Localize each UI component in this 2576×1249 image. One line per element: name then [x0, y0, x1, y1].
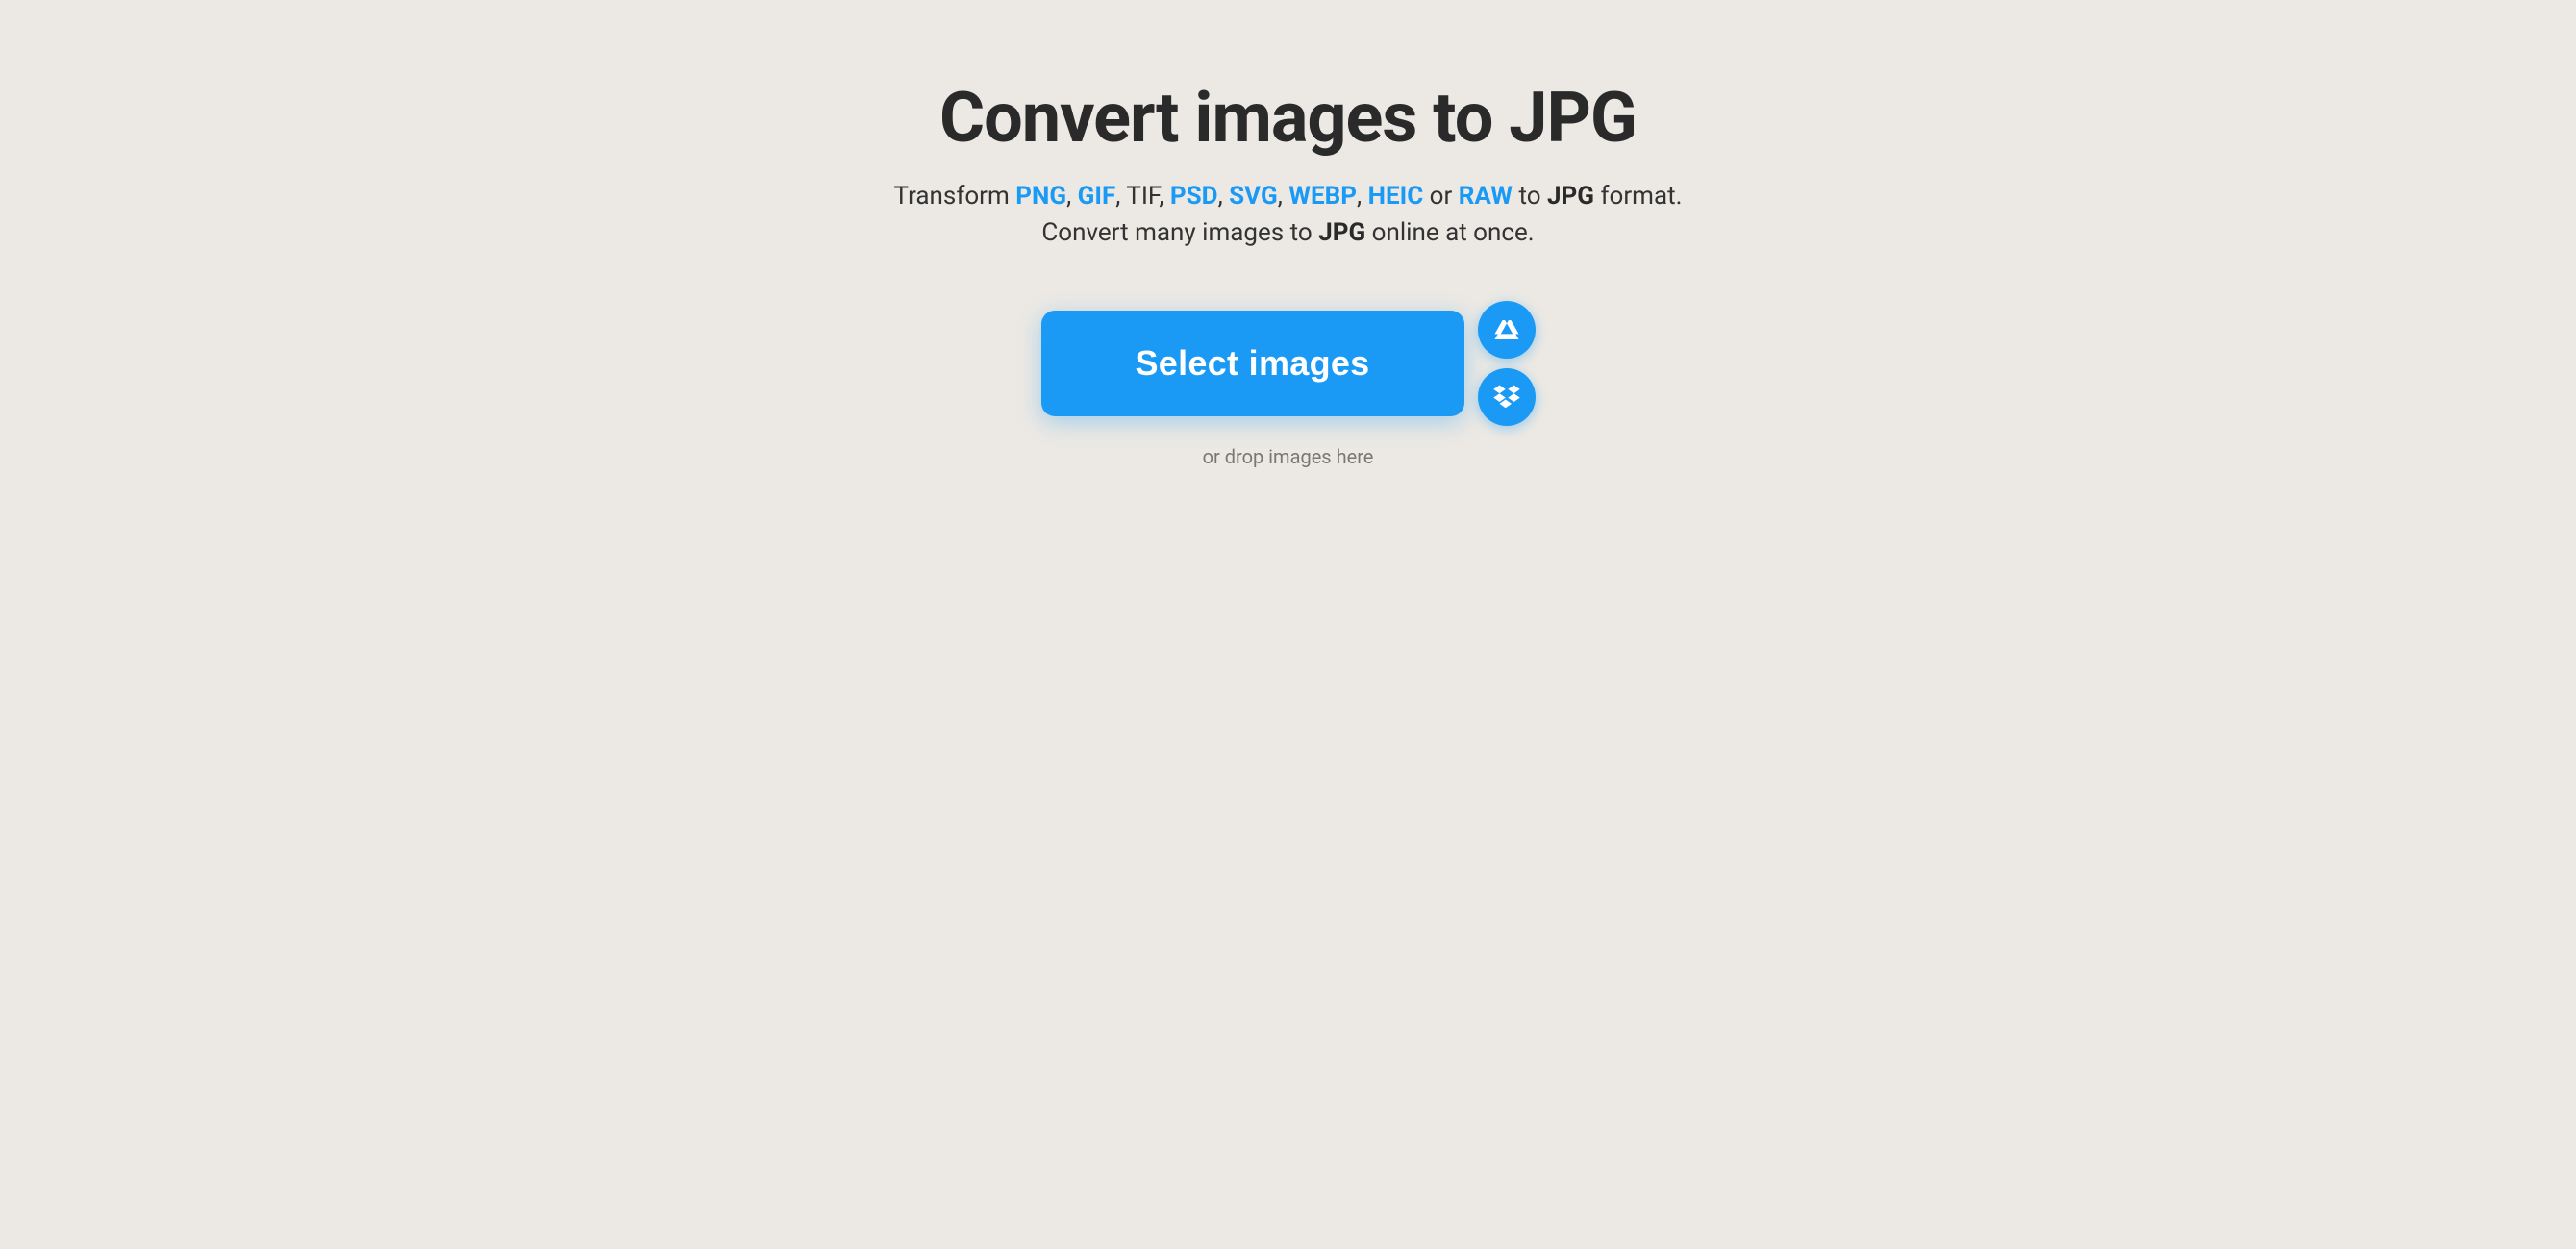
google-drive-button[interactable] [1478, 301, 1536, 359]
sep6: , [1357, 182, 1368, 211]
dropbox-button[interactable] [1478, 368, 1536, 426]
sep2: , [1115, 182, 1126, 211]
page-title: Convert images to JPG [939, 77, 1637, 159]
format-png: PNG [1015, 182, 1066, 211]
google-drive-icon [1492, 315, 1521, 344]
subtitle2-jpg: JPG [1318, 218, 1365, 247]
main-container: Convert images to JPG Transform PNG, GIF… [856, 77, 1721, 468]
sep5: , [1278, 182, 1289, 211]
format-webp: WEBP [1288, 182, 1357, 211]
subtitle-line2: Convert many images to JPG online at onc… [1041, 218, 1534, 247]
to-text: to [1518, 182, 1547, 211]
format-end: format. [1600, 182, 1682, 211]
subtitle2-suffix: online at once. [1372, 218, 1535, 247]
format-jpg: JPG [1547, 182, 1594, 211]
dropbox-icon [1492, 383, 1521, 412]
or-text: or [1430, 182, 1459, 211]
format-tif-label: TIF [1126, 182, 1159, 211]
format-psd: PSD [1170, 182, 1218, 211]
format-heic: HEIC [1368, 182, 1424, 211]
format-gif: GIF [1078, 182, 1116, 211]
drop-text: or drop images here [1203, 445, 1374, 468]
button-row: Select images [1041, 301, 1536, 426]
subtitle-line1: Transform PNG, GIF, TIF, PSD, SVG, WEBP,… [894, 182, 1683, 211]
upload-area: Select images or drop images here [856, 301, 1721, 468]
subtitle-transform-prefix: Transform [894, 182, 1016, 211]
sep1: , [1066, 182, 1078, 211]
select-images-button[interactable]: Select images [1041, 311, 1464, 416]
format-raw: RAW [1459, 182, 1513, 211]
sep3: , [1159, 182, 1170, 211]
sep4: , [1218, 182, 1230, 211]
subtitle2-prefix: Convert many images to [1041, 218, 1318, 247]
cloud-buttons [1478, 301, 1536, 426]
format-svg: SVG [1229, 182, 1278, 211]
